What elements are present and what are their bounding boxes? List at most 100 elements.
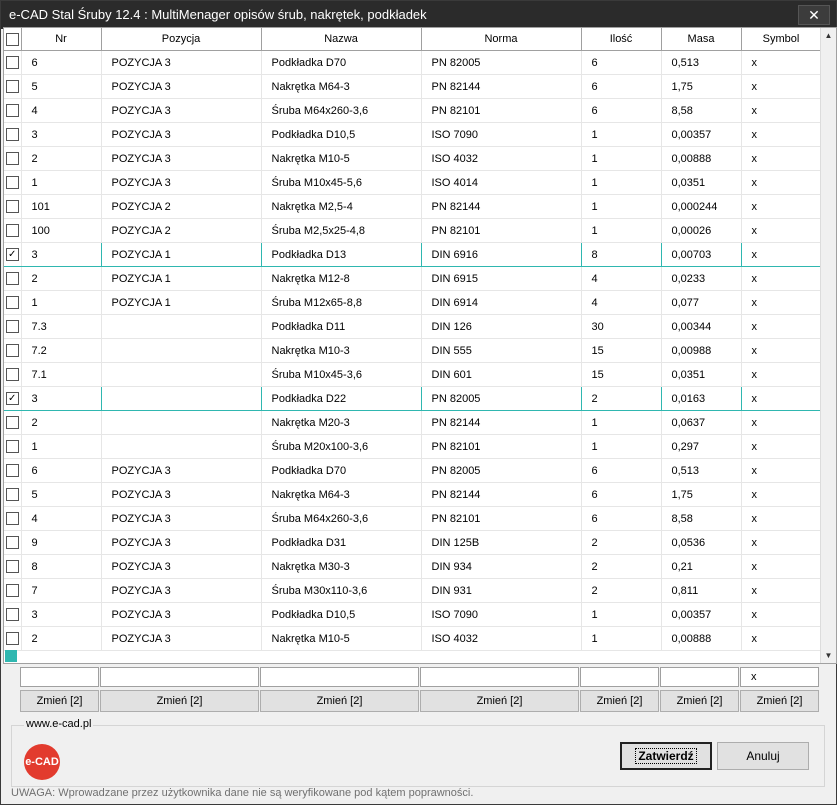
cell-pozycja[interactable]: POZYCJA 3: [101, 458, 262, 483]
cell-masa[interactable]: 0,00888: [661, 626, 742, 651]
cell-nazwa[interactable]: Śruba M10x45-5,6: [261, 170, 422, 195]
title-bar[interactable]: e-CAD Stal Śruby 12.4 : MultiMenager opi…: [1, 1, 836, 29]
cell-ilosc[interactable]: 8: [581, 242, 662, 267]
cell-pozycja[interactable]: POZYCJA 3: [101, 482, 262, 507]
cell-symbol[interactable]: x: [741, 458, 822, 483]
cell-nazwa[interactable]: Podkładka D13: [261, 242, 422, 267]
cell-pozycja[interactable]: POZYCJA 3: [101, 98, 262, 123]
cell-ilosc[interactable]: 15: [581, 338, 662, 363]
row-checkbox[interactable]: [5, 200, 19, 213]
column-header-masa[interactable]: Masa: [661, 28, 742, 51]
cell-masa[interactable]: 0,00988: [661, 338, 742, 363]
cell-pozycja[interactable]: [101, 314, 262, 339]
norma-edit-field[interactable]: [420, 667, 579, 687]
cell-pozycja[interactable]: [101, 434, 262, 459]
cell-pozycja[interactable]: POZYCJA 3: [101, 506, 262, 531]
cell-pozycja[interactable]: [101, 386, 262, 411]
cell-ilosc[interactable]: 15: [581, 362, 662, 387]
table-row[interactable]: 8 POZYCJA 3 Nakrętka M30-3 DIN 934 2 0,21 x: [4, 554, 822, 579]
row-checkbox[interactable]: [5, 272, 19, 285]
cancel-button[interactable]: Anuluj: [717, 742, 809, 770]
cell-nazwa[interactable]: Śruba M12x65-8,8: [261, 290, 422, 315]
cell-norma[interactable]: PN 82101: [421, 98, 582, 123]
cell-nr[interactable]: 1: [21, 290, 102, 315]
table-row[interactable]: 5 POZYCJA 3 Nakrętka M64-3 PN 82144 6 1,75 x: [4, 74, 822, 99]
row-checkbox[interactable]: [5, 464, 19, 477]
table-row[interactable]: 7.3 Podkładka D11 DIN 126 30 0,00344 x: [4, 314, 822, 339]
cell-norma[interactable]: DIN 931: [421, 578, 582, 603]
row-checkbox-cell[interactable]: [4, 554, 22, 579]
cell-symbol[interactable]: x: [741, 74, 822, 99]
cell-pozycja[interactable]: POZYCJA 3: [101, 554, 262, 579]
cell-symbol[interactable]: x: [741, 602, 822, 627]
cell-nr[interactable]: 1: [21, 170, 102, 195]
cell-nr[interactable]: 3: [21, 122, 102, 147]
nazwa-edit-field[interactable]: [260, 667, 419, 687]
row-checkbox-cell[interactable]: [4, 506, 22, 531]
table-row[interactable]: 9 POZYCJA 3 Podkładka D31 DIN 125B 2 0,0536 x: [4, 530, 822, 555]
cell-ilosc[interactable]: 6: [581, 458, 662, 483]
row-checkbox-cell[interactable]: [4, 362, 22, 387]
cell-masa[interactable]: 8,58: [661, 98, 742, 123]
table-row[interactable]: 6 POZYCJA 3 Podkładka D70 PN 82005 6 0,513 x: [4, 458, 822, 483]
table-row[interactable]: 1 POZYCJA 3 Śruba M10x45-5,6 ISO 4014 1 0,035…: [4, 170, 822, 195]
column-header-pozycja[interactable]: Pozycja: [101, 28, 262, 51]
cell-nazwa[interactable]: Śruba M64x260-3,6: [261, 98, 422, 123]
cell-pozycja[interactable]: POZYCJA 1: [101, 242, 262, 267]
cell-pozycja[interactable]: POZYCJA 3: [101, 530, 262, 555]
row-checkbox-cell[interactable]: [4, 626, 22, 651]
row-checkbox[interactable]: [5, 632, 19, 645]
nr-edit-field[interactable]: [20, 667, 99, 687]
cell-pozycja[interactable]: POZYCJA 1: [101, 290, 262, 315]
cell-nazwa[interactable]: Podkładka D10,5: [261, 602, 422, 627]
cell-ilosc[interactable]: 1: [581, 218, 662, 243]
row-checkbox[interactable]: [5, 560, 19, 573]
table-row[interactable]: 2 POZYCJA 3 Nakrętka M10-5 ISO 4032 1 0,00888…: [4, 626, 822, 651]
cell-ilosc[interactable]: 1: [581, 146, 662, 171]
cell-pozycja[interactable]: POZYCJA 3: [101, 122, 262, 147]
change-masa-button[interactable]: Zmień [2]: [660, 690, 739, 712]
cell-masa[interactable]: 0,21: [661, 554, 742, 579]
cell-norma[interactable]: ISO 7090: [421, 602, 582, 627]
cell-norma[interactable]: DIN 6915: [421, 266, 582, 291]
row-checkbox[interactable]: [5, 344, 19, 357]
cell-nr[interactable]: 3: [21, 602, 102, 627]
cell-symbol[interactable]: x: [741, 578, 822, 603]
cell-nazwa[interactable]: Podkładka D70: [261, 458, 422, 483]
cell-norma[interactable]: DIN 6914: [421, 290, 582, 315]
cell-symbol[interactable]: x: [741, 482, 822, 507]
cell-norma[interactable]: PN 82005: [421, 458, 582, 483]
cell-masa[interactable]: 0,297: [661, 434, 742, 459]
cell-norma[interactable]: PN 82144: [421, 194, 582, 219]
row-checkbox-cell[interactable]: [4, 50, 22, 75]
row-checkbox-cell[interactable]: [4, 122, 22, 147]
row-checkbox[interactable]: [5, 224, 19, 237]
row-checkbox-cell[interactable]: [4, 74, 22, 99]
cell-masa[interactable]: 8,58: [661, 506, 742, 531]
cell-symbol[interactable]: x: [741, 386, 822, 411]
cell-norma[interactable]: PN 82144: [421, 74, 582, 99]
cell-norma[interactable]: PN 82144: [421, 410, 582, 435]
row-checkbox[interactable]: [5, 128, 19, 141]
cell-nr[interactable]: 7: [21, 578, 102, 603]
cell-nr[interactable]: 2: [21, 626, 102, 651]
table-row[interactable]: 2 POZYCJA 3 Nakrętka M10-5 ISO 4032 1 0,00888…: [4, 146, 822, 171]
table-row[interactable]: 7.1 Śruba M10x45-3,6 DIN 601 15 0,0351 x: [4, 362, 822, 387]
cell-nazwa[interactable]: Śruba M64x260-3,6: [261, 506, 422, 531]
cell-masa[interactable]: 1,75: [661, 74, 742, 99]
table-row[interactable]: 4 POZYCJA 3 Śruba M64x260-3,6 PN 82101 6 8,58…: [4, 98, 822, 123]
cell-norma[interactable]: PN 82101: [421, 434, 582, 459]
cell-masa[interactable]: 0,00026: [661, 218, 742, 243]
cell-norma[interactable]: ISO 4032: [421, 146, 582, 171]
cell-nr[interactable]: 2: [21, 266, 102, 291]
cell-ilosc[interactable]: 2: [581, 386, 662, 411]
cell-nr[interactable]: 2: [21, 410, 102, 435]
row-checkbox-cell[interactable]: [4, 338, 22, 363]
cell-nazwa[interactable]: Nakrętka M20-3: [261, 410, 422, 435]
cell-nr[interactable]: 1: [21, 434, 102, 459]
table-row[interactable]: 101 POZYCJA 2 Nakrętka M2,5-4 PN 82144 1 0,00…: [4, 194, 822, 219]
table-row[interactable]: 2 Nakrętka M20-3 PN 82144 1 0,0637 x: [4, 410, 822, 435]
row-checkbox-checked[interactable]: ✓: [5, 248, 19, 261]
cell-ilosc[interactable]: 1: [581, 194, 662, 219]
cell-nr[interactable]: 4: [21, 506, 102, 531]
